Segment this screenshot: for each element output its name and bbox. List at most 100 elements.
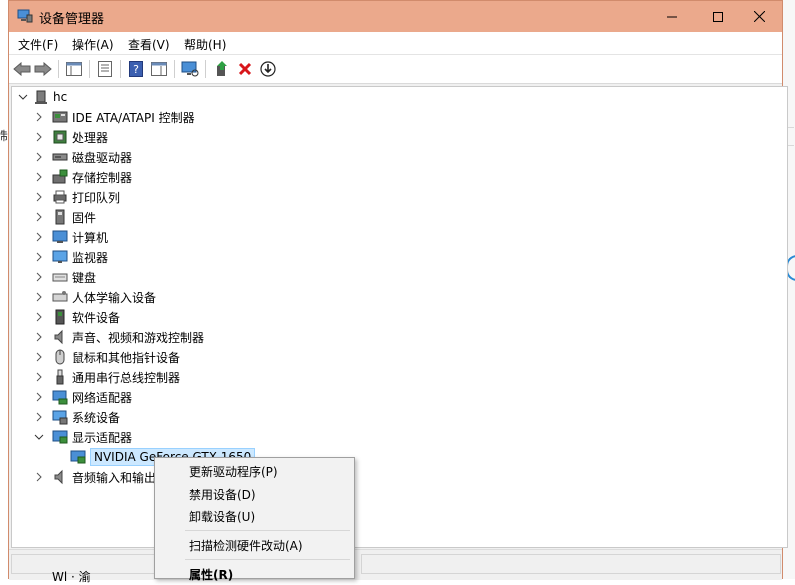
tree-root-hc[interactable]: hc xyxy=(18,87,67,107)
speaker-icon xyxy=(52,329,68,345)
chevron-down-icon[interactable] xyxy=(34,432,44,442)
chevron-right-icon[interactable] xyxy=(34,412,44,422)
tree-item[interactable]: 系统设备 xyxy=(34,407,120,427)
tree-item[interactable]: 声音、视频和游戏控制器 xyxy=(34,327,204,347)
computer-root-icon xyxy=(33,89,49,105)
tree-item[interactable]: 处理器 xyxy=(34,127,108,147)
storage-controller-icon xyxy=(52,169,68,185)
context-update-driver[interactable]: 更新驱动程序(P) xyxy=(189,463,278,480)
chevron-down-icon[interactable] xyxy=(18,92,28,102)
tree-item[interactable]: 显示适配器 xyxy=(34,427,132,447)
background-taskbar-text: Wl · 渝 xyxy=(52,570,91,584)
show-hide-console-tree-button[interactable] xyxy=(64,59,84,79)
help-button[interactable]: ? xyxy=(126,59,146,79)
action-pane-icon xyxy=(151,62,167,76)
tree-item[interactable]: 鼠标和其他指针设备 xyxy=(34,347,180,367)
title-bar[interactable]: 设备管理器 xyxy=(9,1,782,32)
tree-item[interactable]: 监视器 xyxy=(34,247,108,267)
menu-view[interactable]: 查看(V) xyxy=(128,36,170,53)
back-button[interactable] xyxy=(12,59,32,79)
tree-item-label: 计算机 xyxy=(72,230,109,245)
close-button[interactable] xyxy=(736,1,782,32)
tree-item-label: 固件 xyxy=(72,210,97,225)
toolbar: ? xyxy=(9,55,782,84)
tree-item[interactable]: 磁盘驱动器 xyxy=(34,147,132,167)
tree-item-label: 处理器 xyxy=(72,130,109,145)
chevron-right-icon[interactable] xyxy=(34,332,44,342)
tree-item[interactable]: 打印队列 xyxy=(34,187,120,207)
tree-item[interactable]: 人体学输入设备 xyxy=(34,287,156,307)
chevron-right-icon[interactable] xyxy=(34,252,44,262)
download-circle-icon xyxy=(260,61,276,77)
update-driver-icon xyxy=(217,61,227,76)
forward-arrow-icon xyxy=(34,62,52,76)
context-properties[interactable]: 属性(R) xyxy=(189,566,233,583)
window-title: 设备管理器 xyxy=(39,12,105,27)
tree-item-label: 键盘 xyxy=(72,270,97,285)
computer-icon xyxy=(52,229,68,245)
tree-item-label: 存储控制器 xyxy=(72,170,133,185)
tree-item-label: 人体学输入设备 xyxy=(72,290,157,305)
scan-hardware-button[interactable] xyxy=(180,59,200,79)
background-left-glyph: 制 xyxy=(0,129,8,143)
maximize-button[interactable] xyxy=(695,1,741,32)
chevron-right-icon[interactable] xyxy=(34,272,44,282)
menu-bar: 文件(F) 操作(A) 查看(V) 帮助(H) xyxy=(9,32,782,55)
tree-item[interactable]: 计算机 xyxy=(34,227,108,247)
action-pane-button[interactable] xyxy=(149,59,169,79)
usb-icon xyxy=(52,369,68,385)
enable-device-button[interactable] xyxy=(258,59,278,79)
tree-item[interactable]: 通用串行总线控制器 xyxy=(34,367,180,387)
uninstall-device-button[interactable] xyxy=(235,59,255,79)
tree-item[interactable]: 存储控制器 xyxy=(34,167,132,187)
chevron-right-icon[interactable] xyxy=(34,172,44,182)
context-scan-hardware[interactable]: 扫描检测硬件改动(A) xyxy=(189,537,303,554)
monitor-scan-icon xyxy=(181,61,199,77)
tree-item-label: 鼠标和其他指针设备 xyxy=(72,350,181,365)
minimize-icon xyxy=(667,16,677,17)
menu-action[interactable]: 操作(A) xyxy=(72,36,114,53)
update-driver-button[interactable] xyxy=(212,59,232,79)
tree-item-label: 软件设备 xyxy=(72,310,121,325)
tree-item-label: 网络适配器 xyxy=(72,390,133,405)
context-uninstall-device[interactable]: 卸载设备(U) xyxy=(189,508,255,525)
properties-button[interactable] xyxy=(95,59,115,79)
uninstall-x-icon xyxy=(238,62,252,76)
tree-item-label: 系统设备 xyxy=(72,410,121,425)
tree-item-label: IDE ATA/ATAPI 控制器 xyxy=(72,110,195,125)
maximize-icon xyxy=(713,11,723,22)
chevron-right-icon[interactable] xyxy=(34,372,44,382)
tree-item-label: 打印队列 xyxy=(72,190,121,205)
menu-help[interactable]: 帮助(H) xyxy=(184,36,226,53)
gpu-icon xyxy=(70,449,86,465)
device-manager-app-icon xyxy=(17,9,33,23)
tree-item[interactable]: 网络适配器 xyxy=(34,387,132,407)
tree-item[interactable]: 键盘 xyxy=(34,267,96,287)
context-separator-2 xyxy=(185,559,350,560)
back-arrow-icon xyxy=(13,62,31,76)
chevron-right-icon[interactable] xyxy=(34,352,44,362)
processor-icon xyxy=(52,129,68,145)
close-icon xyxy=(753,11,765,22)
minimize-button[interactable] xyxy=(649,1,695,32)
chevron-right-icon[interactable] xyxy=(34,312,44,322)
tree-item[interactable]: IDE ATA/ATAPI 控制器 xyxy=(34,107,195,127)
chevron-right-icon[interactable] xyxy=(34,292,44,302)
audio-io-icon xyxy=(52,469,68,485)
tree-item[interactable]: 固件 xyxy=(34,207,96,227)
status-bar xyxy=(9,549,782,580)
chevron-right-icon[interactable] xyxy=(34,152,44,162)
context-disable-device[interactable]: 禁用设备(D) xyxy=(189,486,256,503)
tree-item[interactable]: 软件设备 xyxy=(34,307,120,327)
chevron-right-icon[interactable] xyxy=(34,192,44,202)
chevron-right-icon[interactable] xyxy=(34,472,44,482)
chevron-right-icon[interactable] xyxy=(34,212,44,222)
forward-button[interactable] xyxy=(33,59,53,79)
chevron-right-icon[interactable] xyxy=(34,112,44,122)
menu-file[interactable]: 文件(F) xyxy=(18,36,58,53)
chevron-right-icon[interactable] xyxy=(34,232,44,242)
chevron-right-icon[interactable] xyxy=(34,392,44,402)
device-tree[interactable]: hc IDE ATA/ATAPI 控制器 处理器磁盘驱动器存储控制器打印队列固件计… xyxy=(11,86,788,548)
tree-item-audio-io[interactable]: 音频输入和输出 xyxy=(34,467,156,487)
chevron-right-icon[interactable] xyxy=(34,132,44,142)
